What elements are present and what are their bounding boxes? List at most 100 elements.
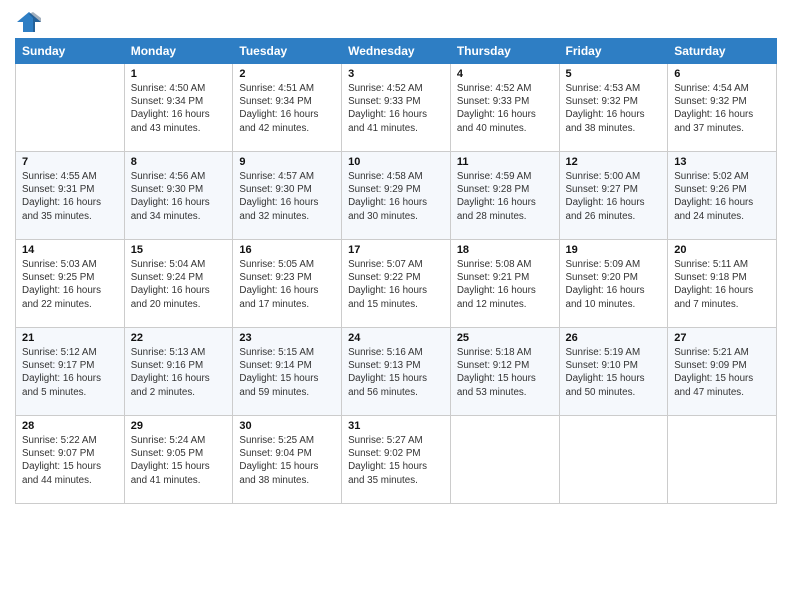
- calendar-cell: 18 Sunrise: 5:08 AM Sunset: 9:21 PM Dayli…: [450, 240, 559, 328]
- calendar-week-3: 14 Sunrise: 5:03 AM Sunset: 9:25 PM Dayli…: [16, 240, 777, 328]
- calendar-cell: 2Sunrise: 4:51 AM Sunset: 9:34 PM Daylig…: [233, 64, 342, 152]
- day-info: Sunrise: 5:25 AM Sunset: 9:04 PM Dayligh…: [239, 434, 335, 487]
- calendar-cell: 20 Sunrise: 5:11 AM Sunset: 9:18 PM Dayli…: [668, 240, 777, 328]
- day-number: 7: [22, 156, 118, 168]
- calendar-header-row: SundayMondayTuesdayWednesdayThursdayFrid…: [16, 39, 777, 64]
- calendar-cell: 25Sunrise: 5:18 AM Sunset: 9:12 PM Dayli…: [450, 328, 559, 416]
- column-header-friday: Friday: [559, 39, 668, 64]
- day-number: 11: [457, 156, 553, 168]
- page-container: SundayMondayTuesdayWednesdayThursdayFrid…: [0, 0, 792, 514]
- day-info: Sunrise: 5:09 AM Sunset: 9:20 PM Dayligh…: [566, 258, 662, 311]
- day-number: 10: [348, 156, 444, 168]
- day-number: 19: [566, 244, 662, 256]
- logo: [15, 10, 47, 34]
- calendar-cell: 28 Sunrise: 5:22 AM Sunset: 9:07 PM Dayli…: [16, 416, 125, 504]
- day-number: 26: [566, 332, 662, 344]
- calendar-cell: 17 Sunrise: 5:07 AM Sunset: 9:22 PM Dayli…: [342, 240, 451, 328]
- day-number: 21: [22, 332, 118, 344]
- calendar-cell: 5 Sunrise: 4:53 AM Sunset: 9:32 PM Daylig…: [559, 64, 668, 152]
- day-number: 6: [674, 68, 770, 80]
- day-number: 30: [239, 420, 335, 432]
- calendar-cell: 13 Sunrise: 5:02 AM Sunset: 9:26 PM Dayli…: [668, 152, 777, 240]
- logo-icon: [15, 10, 43, 34]
- calendar-cell: 23 Sunrise: 5:15 AM Sunset: 9:14 PM Dayli…: [233, 328, 342, 416]
- calendar-cell: 11 Sunrise: 4:59 AM Sunset: 9:28 PM Dayli…: [450, 152, 559, 240]
- day-info: Sunrise: 5:22 AM Sunset: 9:07 PM Dayligh…: [22, 434, 118, 487]
- day-info: Sunrise: 4:56 AM Sunset: 9:30 PM Dayligh…: [131, 170, 227, 223]
- day-number: 13: [674, 156, 770, 168]
- day-info: Sunrise: 5:12 AM Sunset: 9:17 PM Dayligh…: [22, 346, 118, 399]
- calendar-week-1: 1 Sunrise: 4:50 AM Sunset: 9:34 PM Daylig…: [16, 64, 777, 152]
- day-info: Sunrise: 4:55 AM Sunset: 9:31 PM Dayligh…: [22, 170, 118, 223]
- day-info: Sunrise: 5:11 AM Sunset: 9:18 PM Dayligh…: [674, 258, 770, 311]
- calendar-cell: 12 Sunrise: 5:00 AM Sunset: 9:27 PM Dayli…: [559, 152, 668, 240]
- day-number: 22: [131, 332, 227, 344]
- day-number: 9: [239, 156, 335, 168]
- day-number: 12: [566, 156, 662, 168]
- day-number: 2: [239, 68, 335, 80]
- day-number: 17: [348, 244, 444, 256]
- day-number: 27: [674, 332, 770, 344]
- day-number: 4: [457, 68, 553, 80]
- day-info: Sunrise: 4:52 AM Sunset: 9:33 PM Dayligh…: [348, 82, 444, 135]
- calendar-cell: 22 Sunrise: 5:13 AM Sunset: 9:16 PM Dayli…: [124, 328, 233, 416]
- day-number: 1: [131, 68, 227, 80]
- column-header-tuesday: Tuesday: [233, 39, 342, 64]
- day-info: Sunrise: 5:16 AM Sunset: 9:13 PM Dayligh…: [348, 346, 444, 399]
- day-info: Sunrise: 5:07 AM Sunset: 9:22 PM Dayligh…: [348, 258, 444, 311]
- day-number: 20: [674, 244, 770, 256]
- day-info: Sunrise: 4:50 AM Sunset: 9:34 PM Dayligh…: [131, 82, 227, 135]
- calendar-cell: 1 Sunrise: 4:50 AM Sunset: 9:34 PM Daylig…: [124, 64, 233, 152]
- calendar-cell: 7 Sunrise: 4:55 AM Sunset: 9:31 PM Daylig…: [16, 152, 125, 240]
- day-info: Sunrise: 5:21 AM Sunset: 9:09 PM Dayligh…: [674, 346, 770, 399]
- calendar-cell: 19 Sunrise: 5:09 AM Sunset: 9:20 PM Dayli…: [559, 240, 668, 328]
- day-info: Sunrise: 4:54 AM Sunset: 9:32 PM Dayligh…: [674, 82, 770, 135]
- day-info: Sunrise: 5:05 AM Sunset: 9:23 PM Dayligh…: [239, 258, 335, 311]
- day-info: Sunrise: 5:04 AM Sunset: 9:24 PM Dayligh…: [131, 258, 227, 311]
- day-number: 18: [457, 244, 553, 256]
- calendar-cell: 27 Sunrise: 5:21 AM Sunset: 9:09 PM Dayli…: [668, 328, 777, 416]
- day-info: Sunrise: 5:13 AM Sunset: 9:16 PM Dayligh…: [131, 346, 227, 399]
- calendar-week-2: 7 Sunrise: 4:55 AM Sunset: 9:31 PM Daylig…: [16, 152, 777, 240]
- day-number: 14: [22, 244, 118, 256]
- day-number: 29: [131, 420, 227, 432]
- day-number: 23: [239, 332, 335, 344]
- calendar-cell: 15Sunrise: 5:04 AM Sunset: 9:24 PM Dayli…: [124, 240, 233, 328]
- day-info: Sunrise: 4:58 AM Sunset: 9:29 PM Dayligh…: [348, 170, 444, 223]
- column-header-sunday: Sunday: [16, 39, 125, 64]
- day-number: 3: [348, 68, 444, 80]
- calendar-cell: 26Sunrise: 5:19 AM Sunset: 9:10 PM Dayli…: [559, 328, 668, 416]
- day-info: Sunrise: 5:24 AM Sunset: 9:05 PM Dayligh…: [131, 434, 227, 487]
- day-info: Sunrise: 5:15 AM Sunset: 9:14 PM Dayligh…: [239, 346, 335, 399]
- day-number: 5: [566, 68, 662, 80]
- calendar-week-5: 28 Sunrise: 5:22 AM Sunset: 9:07 PM Dayli…: [16, 416, 777, 504]
- day-info: Sunrise: 4:53 AM Sunset: 9:32 PM Dayligh…: [566, 82, 662, 135]
- day-info: Sunrise: 5:00 AM Sunset: 9:27 PM Dayligh…: [566, 170, 662, 223]
- calendar-week-4: 21 Sunrise: 5:12 AM Sunset: 9:17 PM Dayli…: [16, 328, 777, 416]
- day-info: Sunrise: 4:52 AM Sunset: 9:33 PM Dayligh…: [457, 82, 553, 135]
- header: [15, 10, 777, 34]
- calendar-cell: 31Sunrise: 5:27 AM Sunset: 9:02 PM Dayli…: [342, 416, 451, 504]
- calendar-cell: [668, 416, 777, 504]
- day-info: Sunrise: 5:18 AM Sunset: 9:12 PM Dayligh…: [457, 346, 553, 399]
- calendar-cell: 9 Sunrise: 4:57 AM Sunset: 9:30 PM Daylig…: [233, 152, 342, 240]
- day-number: 28: [22, 420, 118, 432]
- day-info: Sunrise: 5:03 AM Sunset: 9:25 PM Dayligh…: [22, 258, 118, 311]
- calendar-cell: 29 Sunrise: 5:24 AM Sunset: 9:05 PM Dayli…: [124, 416, 233, 504]
- column-header-thursday: Thursday: [450, 39, 559, 64]
- column-header-saturday: Saturday: [668, 39, 777, 64]
- calendar-cell: 10 Sunrise: 4:58 AM Sunset: 9:29 PM Dayli…: [342, 152, 451, 240]
- day-info: Sunrise: 5:08 AM Sunset: 9:21 PM Dayligh…: [457, 258, 553, 311]
- calendar-cell: 14 Sunrise: 5:03 AM Sunset: 9:25 PM Dayli…: [16, 240, 125, 328]
- day-number: 24: [348, 332, 444, 344]
- calendar-cell: 8Sunrise: 4:56 AM Sunset: 9:30 PM Daylig…: [124, 152, 233, 240]
- day-number: 16: [239, 244, 335, 256]
- day-info: Sunrise: 5:02 AM Sunset: 9:26 PM Dayligh…: [674, 170, 770, 223]
- day-info: Sunrise: 4:57 AM Sunset: 9:30 PM Dayligh…: [239, 170, 335, 223]
- day-info: Sunrise: 4:59 AM Sunset: 9:28 PM Dayligh…: [457, 170, 553, 223]
- calendar-cell: [559, 416, 668, 504]
- calendar-cell: 30 Sunrise: 5:25 AM Sunset: 9:04 PM Dayli…: [233, 416, 342, 504]
- calendar-cell: [16, 64, 125, 152]
- calendar-cell: 24 Sunrise: 5:16 AM Sunset: 9:13 PM Dayli…: [342, 328, 451, 416]
- calendar-cell: [450, 416, 559, 504]
